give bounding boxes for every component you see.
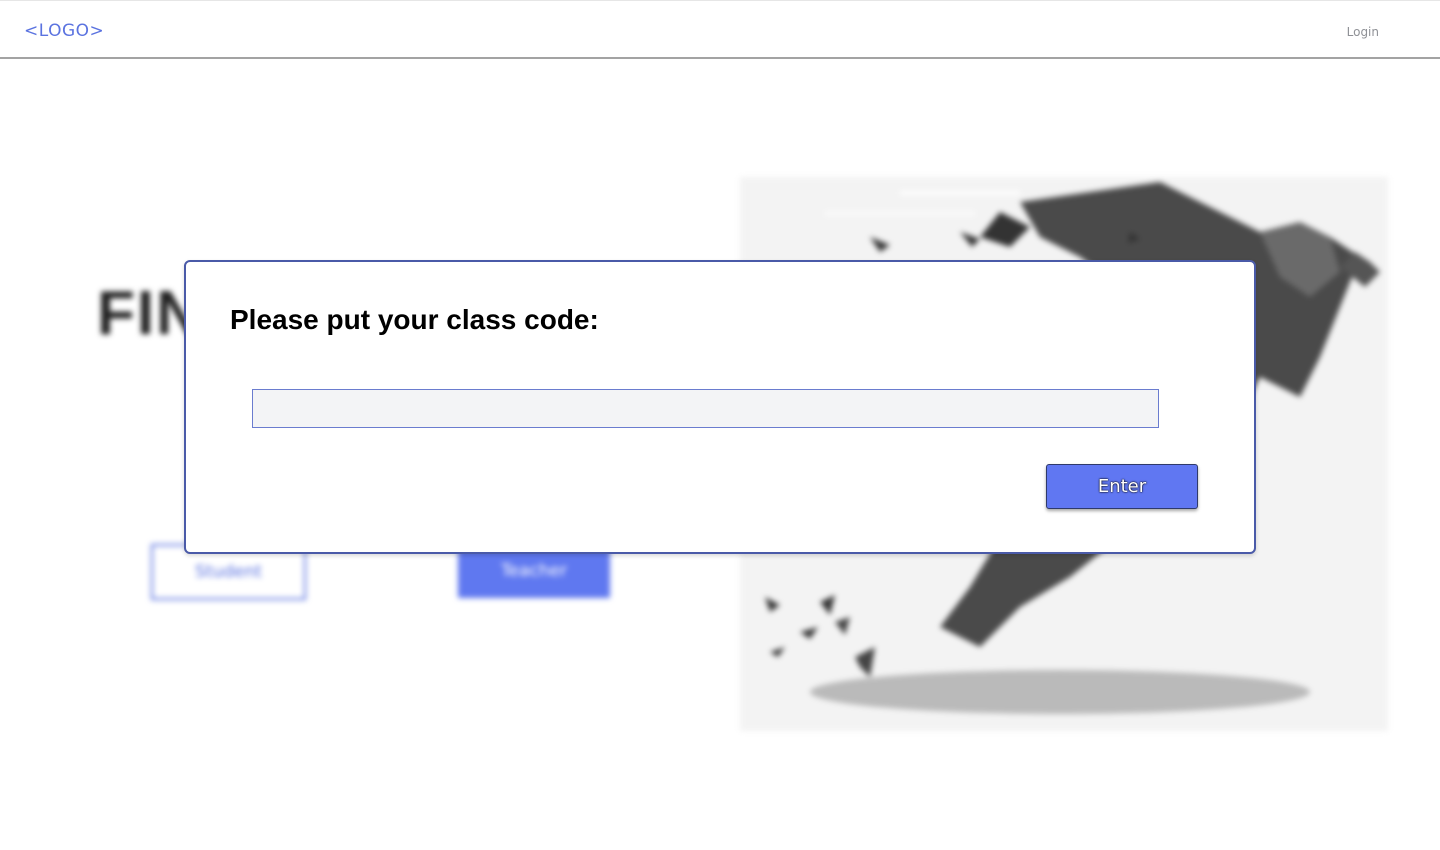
enter-button[interactable]: Enter — [1046, 464, 1198, 509]
logo[interactable]: <LOGO> — [24, 21, 104, 41]
page: <LOGO> Login FIN Student Teacher Please … — [0, 0, 1440, 850]
modal-title: Please put your class code: — [230, 304, 599, 335]
login-link[interactable]: Login — [1347, 25, 1379, 39]
top-nav: <LOGO> Login — [0, 0, 1440, 59]
class-code-input[interactable] — [252, 389, 1159, 428]
class-code-modal: Please put your class code: Enter — [184, 260, 1256, 554]
